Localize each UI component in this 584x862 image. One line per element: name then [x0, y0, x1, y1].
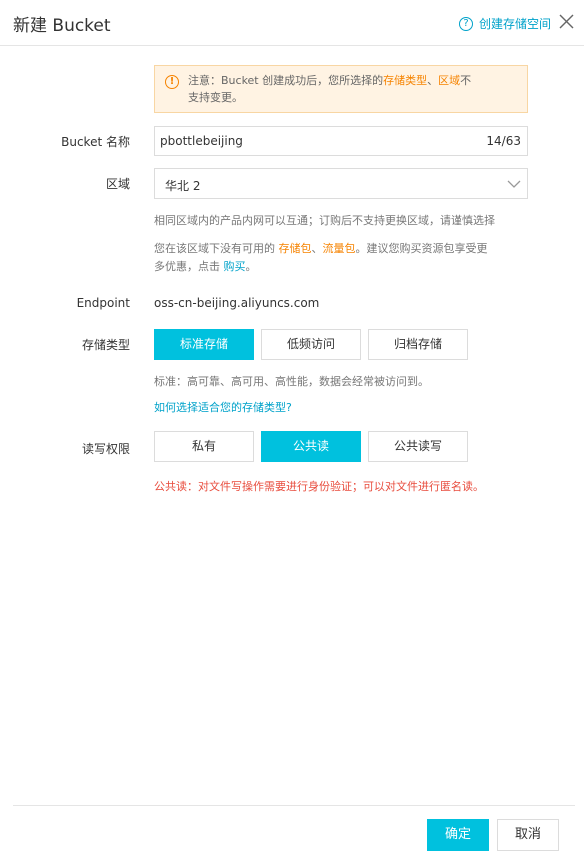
region-select[interactable]: 华北 2 [154, 168, 528, 199]
resource-hint-sep: 、 [311, 242, 323, 255]
acl-option-public-read-write[interactable]: 公共读写 [368, 431, 468, 462]
acl-label: 读写权限 [81, 442, 130, 456]
acl-option-private[interactable]: 私有 [154, 431, 254, 462]
bucket-name-input[interactable]: pbottlebeijing 14/63 [154, 126, 528, 156]
dialog-header: 新建 Bucket ? 创建存储空间 [0, 0, 584, 46]
acl-warning-text: 公共读：对文件写操作需要进行身份验证；可以对文件进行匿名读。 [154, 480, 484, 493]
storage-option-archive[interactable]: 归档存储 [368, 329, 468, 360]
traffic-package-link[interactable]: 流量包 [323, 242, 356, 255]
resource-hint-prefix: 您在该区域下没有可用的 [154, 242, 279, 255]
cancel-button[interactable]: 取消 [497, 819, 559, 851]
warning-prefix: 注意：Bucket 创建成功后，您所选择的 [188, 74, 384, 87]
warning-text: 注意：Bucket 创建成功后，您所选择的存储类型、区域不 支持变更。 [188, 72, 518, 106]
warning-banner: ! 注意：Bucket 创建成功后，您所选择的存储类型、区域不 支持变更。 [154, 65, 528, 113]
region-label: 区域 [105, 177, 130, 191]
storage-type-help-link[interactable]: 如何选择适合您的存储类型? [154, 399, 292, 415]
chevron-down-icon [507, 180, 521, 188]
acl-option-public-read[interactable]: 公共读 [261, 431, 361, 462]
region-selected-value: 华北 2 [165, 179, 201, 193]
dialog-title: 新建 Bucket [13, 16, 111, 36]
warning-link-region[interactable]: 区域 [438, 74, 460, 87]
endpoint-value: oss-cn-beijing.aliyuncs.com [154, 296, 320, 310]
storage-type-label: 存储类型 [81, 338, 130, 352]
warning-link-storage-type[interactable]: 存储类型 [383, 74, 427, 87]
endpoint-label: Endpoint [76, 296, 130, 310]
storage-type-hint: 标准：高可靠、高可用、高性能，数据会经常被访问到。 [154, 375, 429, 388]
confirm-button[interactable]: 确定 [427, 819, 489, 851]
warning-icon: ! [165, 75, 179, 89]
warning-suffix: 不 [460, 74, 472, 87]
footer-divider [13, 805, 575, 806]
storage-option-infrequent[interactable]: 低频访问 [261, 329, 361, 360]
question-circle-icon: ? [459, 16, 473, 31]
region-hint: 相同区域内的产品内网可以互通；订购后不支持更换区域，请谨慎选择 [154, 214, 495, 227]
resource-hint-line3-prefix: 多优惠，点击 [154, 260, 224, 273]
bucket-name-char-count: 14/63 [486, 134, 521, 148]
storage-package-link[interactable]: 存储包 [279, 242, 312, 255]
close-icon[interactable] [558, 13, 575, 30]
warning-line2: 支持变更。 [188, 91, 243, 104]
bucket-name-label: Bucket 名称 [61, 135, 130, 149]
region-resource-hint: 您在该区域下没有可用的 存储包、流量包。建议您购买资源包享受更 多优惠，点击 购… [154, 240, 528, 276]
resource-hint-suffix: 。建议您购买资源包享受更 [355, 242, 488, 255]
bucket-name-value: pbottlebeijing [160, 134, 243, 148]
warning-separator: 、 [427, 74, 439, 87]
resource-hint-line3-suffix: 。 [245, 260, 257, 273]
storage-option-standard[interactable]: 标准存储 [154, 329, 254, 360]
create-bucket-help-link[interactable]: ? 创建存储空间 [459, 15, 551, 32]
buy-link[interactable]: 购买 [224, 260, 246, 273]
help-link-label: 创建存储空间 [479, 17, 552, 31]
